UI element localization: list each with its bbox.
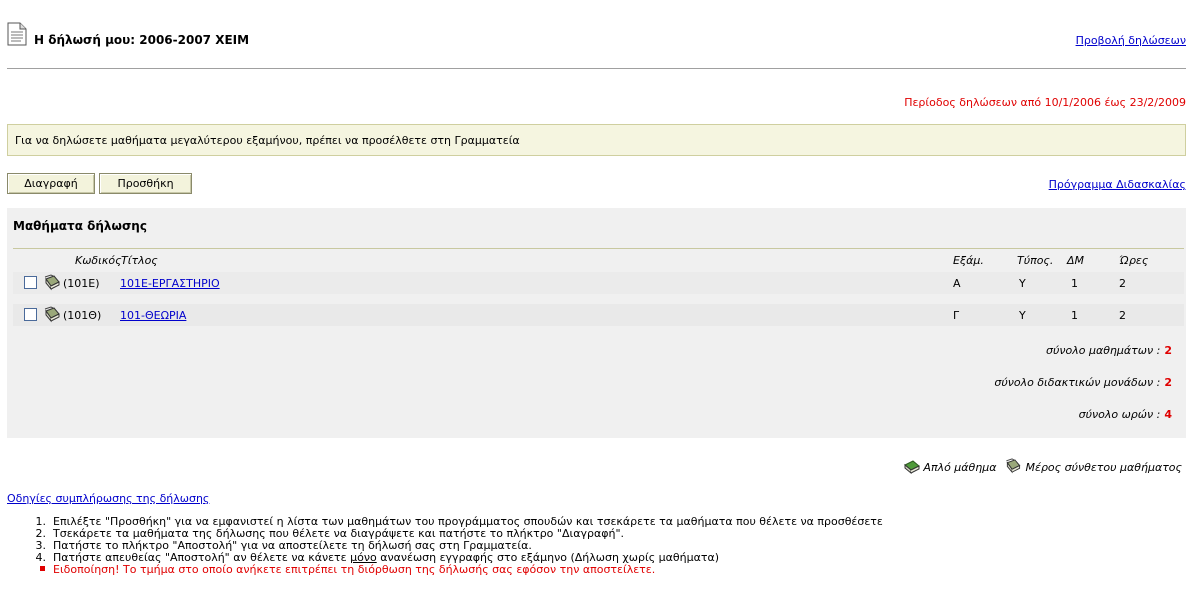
total-hours: σύνολο ωρών :4 — [1079, 408, 1172, 421]
column-header-code: Κωδικός — [75, 254, 122, 267]
total-hours-value: 4 — [1164, 408, 1172, 421]
row-checkbox[interactable] — [24, 308, 37, 321]
course-code: (101Ε) — [63, 277, 100, 290]
course-hours: 2 — [1119, 309, 1126, 322]
warning-text: Ειδοποίηση! Το τμήμα στο οποίο ανήκετε ε… — [53, 563, 656, 576]
step-number: 4. — [35, 551, 47, 564]
table-row: (101Ε) 101Ε-ΕΡΓΑΣΤΗΡΙΟ Α Υ 1 2 — [13, 272, 1184, 294]
page-title: Η δήλωσή μου: 2006-2007 ΧΕΙΜ — [34, 33, 250, 47]
column-header-semester: Εξάμ. — [953, 254, 984, 267]
column-header-title: Τίτλος — [121, 254, 158, 267]
total-units-value: 2 — [1164, 376, 1172, 389]
course-type: Υ — [1019, 277, 1026, 290]
warning-note: Ειδοποίηση! Το τμήμα στο οποίο ανήκετε ε… — [30, 564, 883, 576]
course-title-link[interactable]: 101-ΘΕΩΡΙΑ — [120, 309, 186, 322]
course-dm: 1 — [1071, 277, 1078, 290]
courses-title: Μαθήματα δήλωσης — [13, 219, 147, 233]
teaching-program-link[interactable]: Πρόγραμμα Διδασκαλίας — [1049, 178, 1186, 191]
instructions-link[interactable]: Οδηγίες συμπλήρωσης της δήλωσης — [7, 492, 209, 505]
course-type: Υ — [1019, 309, 1026, 322]
courses-divider — [13, 248, 1184, 249]
header: Η δήλωσή μου: 2006-2007 ΧΕΙΜ Προβολή δηλ… — [7, 14, 1186, 50]
document-icon — [7, 22, 27, 46]
course-semester: Α — [953, 277, 961, 290]
courses-panel: Μαθήματα δήλωσης Κωδικός Τίτλος Εξάμ. Τύ… — [7, 208, 1186, 438]
total-units: σύνολο διδακτικών μονάδων :2 — [994, 376, 1172, 389]
row-checkbox[interactable] — [24, 276, 37, 289]
course-hours: 2 — [1119, 277, 1126, 290]
column-header-type: Τύπος. — [1017, 254, 1054, 267]
total-courses: σύνολο μαθημάτων :2 — [1046, 344, 1172, 357]
course-code: (101Θ) — [63, 309, 102, 322]
instructions-list: 1. Επιλέξτε "Προσθήκη" για να εμφανιστεί … — [30, 516, 883, 576]
total-hours-label: σύνολο ωρών : — [1078, 408, 1161, 421]
course-dm: 1 — [1071, 309, 1078, 322]
column-header-dm: ΔΜ — [1067, 254, 1085, 267]
header-divider — [7, 68, 1186, 69]
legend: Απλό μάθημα Μέρος σύνθετου μαθήματος — [904, 458, 1186, 478]
add-button[interactable]: Προσθήκη — [99, 173, 192, 194]
composite-course-icon — [44, 274, 60, 291]
table-row: (101Θ) 101-ΘΕΩΡΙΑ Γ Υ 1 2 — [13, 304, 1184, 326]
notice-text: Για να δηλώσετε μαθήματα μεγαλύτερου εξα… — [15, 134, 520, 147]
simple-course-icon — [904, 460, 920, 475]
view-declarations-link[interactable]: Προβολή δηλώσεων — [1076, 34, 1186, 47]
legend-composite-label: Μέρος σύνθετου μαθήματος — [1025, 461, 1182, 474]
warning-bullet-icon — [40, 566, 45, 571]
column-header-hours: Ώρες — [1119, 254, 1149, 267]
total-courses-label: σύνολο μαθημάτων : — [1046, 344, 1161, 357]
course-title-link[interactable]: 101Ε-ΕΡΓΑΣΤΗΡΙΟ — [120, 277, 220, 290]
composite-course-icon — [1006, 458, 1021, 474]
composite-course-icon — [44, 306, 60, 323]
legend-simple-label: Απλό μάθημα — [923, 461, 997, 474]
course-semester: Γ — [953, 309, 960, 322]
delete-button[interactable]: Διαγραφή — [7, 173, 95, 194]
total-units-label: σύνολο διδακτικών μονάδων : — [994, 376, 1161, 389]
declaration-period: Περίοδος δηλώσεων από 10/1/2006 έως 23/2… — [904, 96, 1186, 109]
page: Η δήλωσή μου: 2006-2007 ΧΕΙΜ Προβολή δηλ… — [0, 0, 1192, 603]
notice-box: Για να δηλώσετε μαθήματα μεγαλύτερου εξα… — [7, 124, 1186, 156]
total-courses-value: 2 — [1164, 344, 1172, 357]
